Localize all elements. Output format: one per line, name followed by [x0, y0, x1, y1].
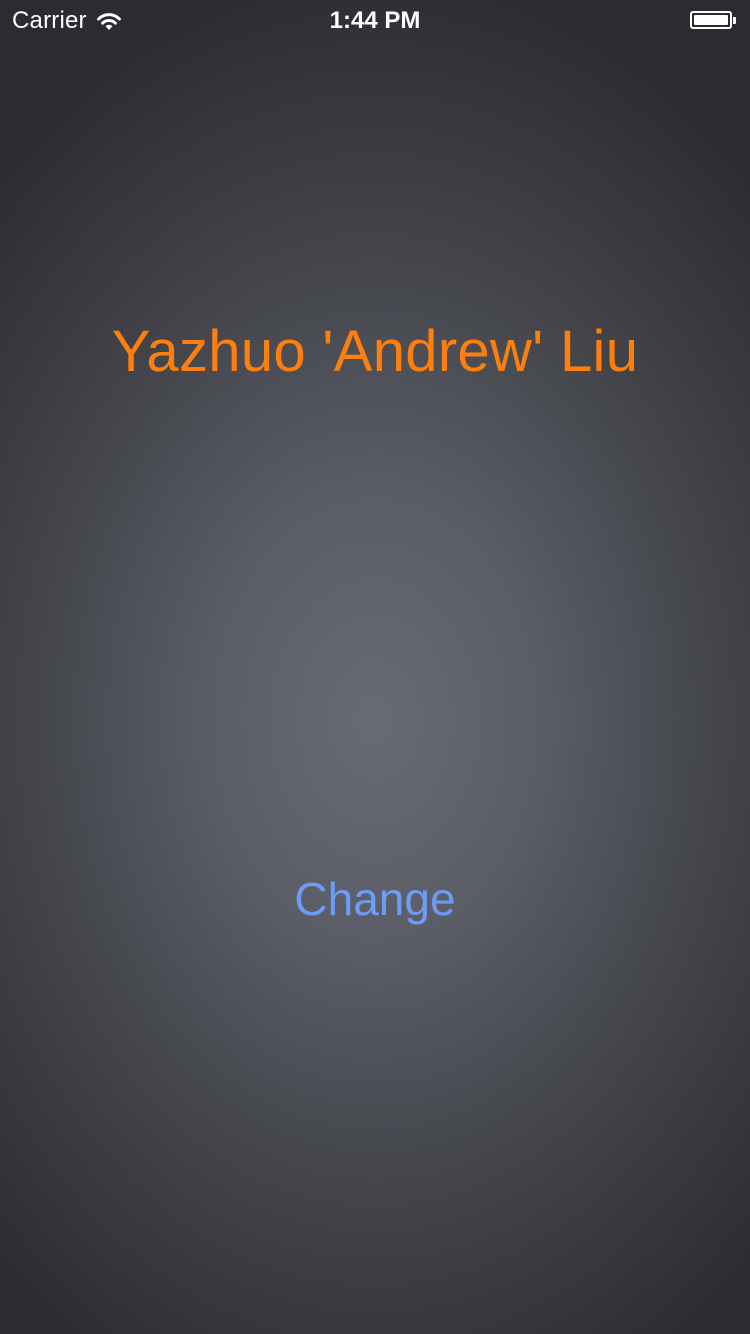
battery-icon [690, 10, 738, 30]
battery-fill [694, 15, 728, 25]
battery-tip [733, 16, 736, 24]
change-button[interactable]: Change [270, 866, 480, 932]
battery-body [690, 11, 732, 29]
name-label: Yazhuo 'Andrew' Liu [111, 319, 639, 384]
status-time: 1:44 PM [329, 7, 421, 34]
status-bar: Carrier 1:44 PM [0, 0, 750, 40]
